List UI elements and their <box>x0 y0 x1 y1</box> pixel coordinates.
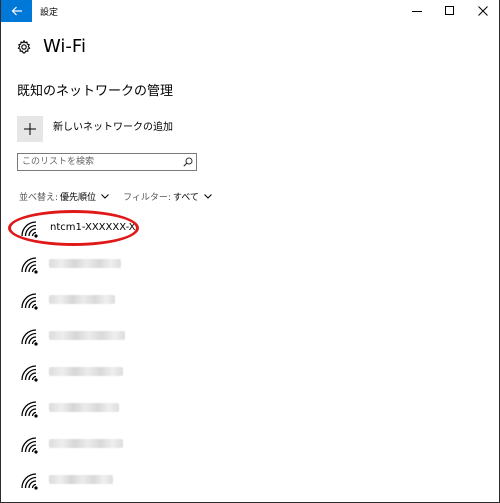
network-name-redacted <box>49 474 113 484</box>
network-name-redacted <box>49 330 125 340</box>
network-item[interactable] <box>17 248 487 284</box>
add-network-button[interactable]: 新しいネットワークの追加 <box>17 116 173 142</box>
filter-value: すべて <box>172 193 199 203</box>
network-item[interactable] <box>17 464 487 500</box>
window-controls <box>400 0 499 22</box>
maximize-button[interactable] <box>433 0 466 22</box>
add-network-label: 新しいネットワークの追加 <box>53 122 173 133</box>
wifi-icon <box>21 329 38 346</box>
close-icon <box>477 6 488 16</box>
search-input[interactable] <box>18 155 180 169</box>
sort-dropdown[interactable]: 並べ替え: 優先順位 <box>19 190 109 203</box>
section-title: 既知のネットワークの管理 <box>17 84 174 99</box>
wifi-icon <box>21 365 38 382</box>
network-name-redacted <box>49 402 119 412</box>
wifi-icon <box>21 401 38 418</box>
plus-icon <box>24 123 36 135</box>
search-box <box>17 153 197 171</box>
arrow-left-icon <box>11 6 22 16</box>
network-list: ntcm1-XXXXXX-X <box>17 212 487 500</box>
network-name-redacted <box>49 366 123 376</box>
page-header: Wi-Fi <box>17 36 86 57</box>
title-bar: 設定 <box>1 0 499 22</box>
network-name-redacted <box>49 438 123 448</box>
page-title: Wi-Fi <box>43 36 86 57</box>
network-item[interactable] <box>17 320 487 356</box>
filter-label: フィルター: <box>123 193 171 203</box>
search-button[interactable] <box>180 154 196 170</box>
gear-icon <box>17 39 31 53</box>
network-item[interactable] <box>17 392 487 428</box>
minimize-icon <box>411 11 422 12</box>
wifi-icon <box>21 473 38 490</box>
sort-value: 優先順位 <box>60 193 97 203</box>
wifi-icon <box>21 293 38 310</box>
close-button[interactable] <box>466 0 499 22</box>
window-title: 設定 <box>40 8 59 18</box>
search-icon <box>183 157 193 167</box>
settings-window: 設定 Wi-Fi 既知のネットワークの管理 新しいネットワークの追加 このリスト… <box>0 0 500 503</box>
minimize-button[interactable] <box>400 0 433 22</box>
network-item[interactable]: ntcm1-XXXXXX-X <box>17 212 487 248</box>
network-item[interactable] <box>17 284 487 320</box>
sort-label: 並べ替え: <box>19 193 59 203</box>
network-name-redacted <box>49 294 115 304</box>
maximize-icon <box>444 6 454 15</box>
network-name: ntcm1-XXXXXX-X <box>50 221 136 233</box>
network-item[interactable] <box>17 356 487 392</box>
back-button[interactable] <box>1 0 32 22</box>
filter-dropdown[interactable]: フィルター: すべて <box>123 190 212 203</box>
chevron-down-icon <box>204 194 212 199</box>
wifi-icon <box>21 437 38 454</box>
wifi-icon <box>21 221 38 238</box>
network-item[interactable] <box>17 428 487 464</box>
add-network-tile <box>17 116 43 142</box>
wifi-icon <box>21 257 38 274</box>
filter-bar: 並べ替え: 優先順位 フィルター: すべて <box>19 190 226 203</box>
chevron-down-icon <box>101 194 109 199</box>
network-name-redacted <box>49 258 121 268</box>
